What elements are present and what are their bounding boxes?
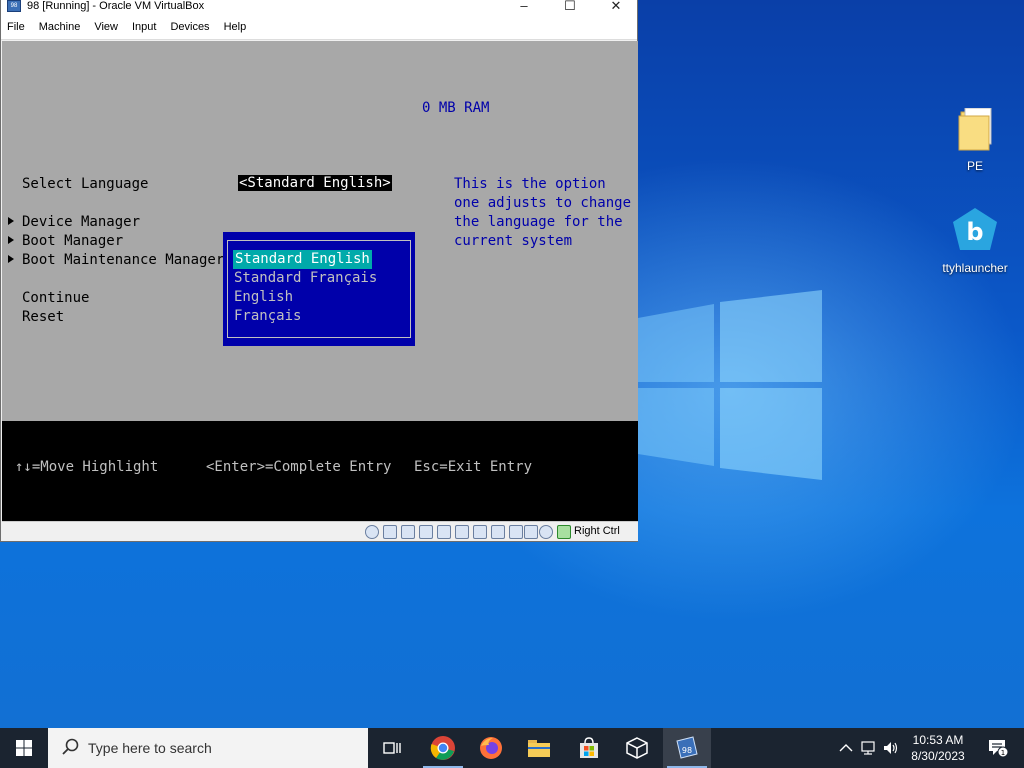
reset-item[interactable]: Reset (22, 309, 64, 325)
network-icon[interactable] (419, 525, 433, 539)
window-title: 98 [Running] - Oracle VM VirtualBox (27, 0, 205, 12)
chrome-icon (430, 736, 455, 760)
footer-move-hint: ↑↓=Move Highlight (15, 459, 159, 475)
menu-bar: File Machine View Input Devices Help (1, 14, 637, 40)
close-button[interactable]: ✕ (593, 0, 639, 14)
host-key-label: Right Ctrl (574, 525, 620, 537)
menu-input[interactable]: Input (132, 21, 156, 33)
vm-98-icon-label: 98 (682, 746, 692, 755)
boot-manager-item[interactable]: Boot Manager (22, 233, 123, 249)
bios-footer: ↑↓=Move Highlight <Enter>=Complete Entry… (2, 421, 638, 521)
taskbar-clock[interactable]: 10:53 AM 8/30/2023 (905, 732, 971, 764)
vm-98-icon: 98 (676, 736, 698, 759)
clock-time: 10:53 AM (912, 733, 964, 747)
vm-screen[interactable]: 0 MB RAM Select Language <Standard Engli… (2, 41, 638, 521)
network-icon[interactable] (860, 740, 878, 756)
vm-98-taskbar-button[interactable]: 98 (663, 728, 711, 768)
firefox-icon (480, 737, 502, 759)
title-bar[interactable]: 98 98 [Running] - Oracle VM VirtualBox –… (1, 0, 637, 14)
usb-icon[interactable] (437, 525, 451, 539)
optical-drive-icon[interactable] (383, 525, 397, 539)
notification-count: 1 (1001, 749, 1005, 757)
boot-maintenance-manager-item[interactable]: Boot Maintenance Manager (22, 252, 224, 268)
microsoft-store-taskbar-button[interactable] (565, 728, 613, 768)
desktop-icon-ttyhlauncher[interactable]: b ttyhlauncher (933, 206, 1017, 275)
vm-status-bar: Right Ctrl (2, 521, 638, 541)
chrome-taskbar-button[interactable] (419, 728, 467, 768)
microsoft-store-icon (580, 737, 598, 758)
menu-file[interactable]: File (7, 21, 25, 33)
chevron-up-icon[interactable] (838, 742, 854, 754)
language-option[interactable]: Français (234, 307, 301, 326)
help-line: the language for the (454, 214, 623, 230)
select-language-label: Select Language (22, 176, 149, 192)
submenu-arrow-icon (8, 217, 14, 225)
language-option[interactable]: Standard Français (234, 269, 377, 288)
help-line: This is the option (454, 176, 606, 192)
desktop-icon-label: PE (966, 159, 983, 173)
start-button[interactable] (0, 728, 48, 768)
submenu-arrow-icon (8, 255, 14, 263)
taskbar-search-box[interactable]: Type here to search (48, 728, 368, 768)
task-view-button[interactable] (368, 728, 416, 768)
footer-esc-hint: Esc=Exit Entry (414, 459, 533, 475)
virtualbox-icon (626, 737, 648, 759)
volume-icon[interactable] (882, 740, 900, 756)
help-line: current system (454, 233, 573, 249)
menu-devices[interactable]: Devices (170, 21, 209, 33)
file-explorer-taskbar-button[interactable] (515, 728, 563, 768)
video-capture-icon[interactable] (491, 525, 505, 539)
notification-center-button[interactable]: 1 (978, 728, 1018, 768)
virtualbox-app-icon: 98 (7, 0, 21, 12)
virtualbox-window: 98 98 [Running] - Oracle VM VirtualBox –… (0, 0, 638, 542)
keyboard-capture-icon[interactable] (557, 525, 571, 539)
device-manager-item[interactable]: Device Manager (22, 214, 140, 230)
cpu-icon[interactable] (524, 525, 538, 539)
taskbar: Type here to search 98 10:53 AM 8/30/202… (0, 728, 1024, 768)
menu-machine[interactable]: Machine (39, 21, 81, 33)
ram-info: 0 MB RAM (422, 100, 490, 116)
language-option[interactable]: Standard English (233, 250, 372, 269)
hard-disk-icon[interactable] (365, 525, 379, 539)
menu-help[interactable]: Help (224, 21, 247, 33)
menu-view[interactable]: View (94, 21, 118, 33)
search-placeholder: Type here to search (88, 740, 212, 756)
mouse-integration-icon[interactable] (539, 525, 553, 539)
desktop-icon-pe[interactable]: PE (933, 107, 1017, 173)
minimize-button[interactable]: – (501, 0, 547, 14)
svg-text:b: b (966, 218, 983, 246)
submenu-arrow-icon (8, 236, 14, 244)
language-popup: Standard English Standard Français Engli… (223, 232, 415, 346)
system-tray (838, 728, 900, 768)
selected-language-field[interactable]: <Standard English> (238, 175, 392, 191)
search-icon (62, 738, 79, 755)
task-view-icon (383, 742, 401, 754)
windows-logo-wallpaper (638, 290, 822, 480)
footer-enter-hint: <Enter>=Complete Entry (206, 459, 392, 475)
audio-icon[interactable] (401, 525, 415, 539)
recording-icon[interactable] (509, 525, 523, 539)
language-option[interactable]: English (234, 288, 293, 307)
continue-item[interactable]: Continue (22, 290, 89, 306)
maximize-button[interactable]: ☐ (547, 0, 593, 14)
firefox-taskbar-button[interactable] (467, 728, 515, 768)
display-icon[interactable] (473, 525, 487, 539)
ttyhlauncher-icon: b (953, 208, 997, 250)
folder-icon (958, 107, 992, 151)
help-line: one adjusts to change (454, 195, 632, 211)
shared-folders-icon[interactable] (455, 525, 469, 539)
windows-start-icon (16, 740, 32, 756)
notification-icon: 1 (989, 740, 1009, 758)
desktop-icon-label: ttyhlauncher (942, 261, 1008, 275)
virtualbox-taskbar-button[interactable] (613, 728, 661, 768)
clock-date: 8/30/2023 (911, 749, 965, 763)
file-explorer-icon (528, 740, 550, 757)
